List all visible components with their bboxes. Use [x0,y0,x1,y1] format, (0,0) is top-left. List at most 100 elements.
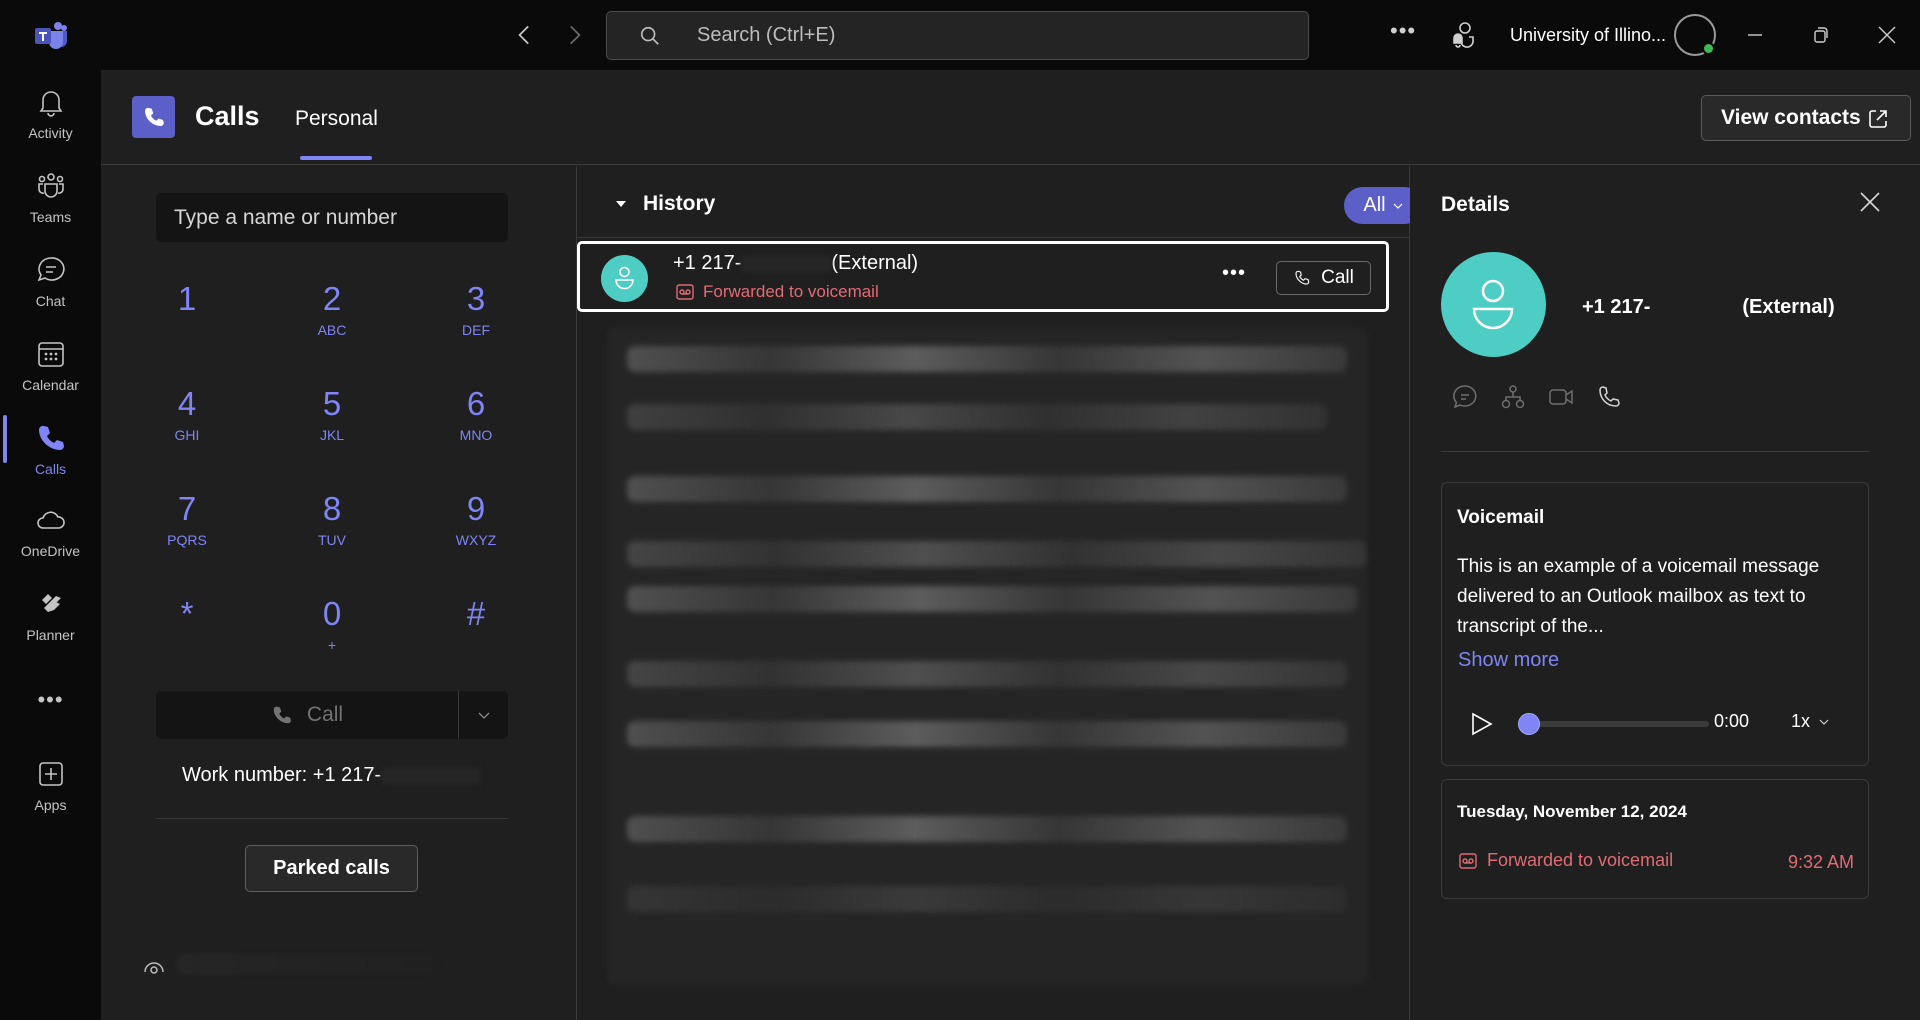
key-letters: MNO [459,427,493,443]
contact-avatar [1441,252,1546,357]
search-box[interactable] [606,11,1309,60]
caller-number: +1 217- (External) [673,252,918,275]
dial-key-2[interactable]: 2 ABC [282,279,382,359]
number-prefix: +1 217- [673,252,742,274]
rail-item-planner[interactable]: Planner [0,586,101,662]
dialpad-panel: 1 2 ABC 3 DEF 4 GHI 5 JKL 6 MNO 7 PQRS 8 TUV 9 W… [101,166,577,1020]
playback-slider-thumb[interactable] [1518,713,1540,735]
close-details-button[interactable] [1858,190,1882,214]
filter-label: All [1363,194,1386,216]
chat-icon [1453,385,1477,409]
key-digit: 4 [177,385,197,422]
more-options-button[interactable]: ••• [1222,262,1246,285]
dial-key-4[interactable]: 4 GHI [137,384,237,464]
collapse-caret-icon[interactable] [615,198,627,210]
dial-number-input[interactable] [156,193,508,242]
rail-item-onedrive[interactable]: OneDrive [0,502,101,578]
rail-item-chat[interactable]: Chat [0,252,101,328]
avatar [601,255,648,302]
phone-icon [35,422,67,454]
video-call-action-button[interactable] [1548,384,1574,410]
dial-key-star[interactable]: * [137,594,237,674]
history-panel: History All +1 217- (External) Forwarded … [577,166,1475,1020]
view-contacts-button[interactable]: View contacts [1701,95,1911,141]
call-button[interactable]: Call [156,691,458,739]
rail-label: Calendar [22,377,79,393]
voicemail-settings-icon[interactable] [143,956,165,978]
call-back-button[interactable]: Call [1276,261,1371,295]
key-letters: + [327,637,337,653]
open-external-icon [1869,110,1887,128]
notification-settings-icon[interactable] [1447,20,1477,52]
playback-speed-dropdown[interactable]: 1x [1791,711,1830,732]
call-label: Call [306,703,344,726]
speed-label: 1x [1791,711,1811,731]
key-digit: 8 [322,490,342,527]
rail-label: Chat [35,293,66,309]
org-chart-icon [1501,385,1525,409]
play-button[interactable] [1470,711,1494,737]
chat-action-button[interactable] [1452,384,1478,410]
org-name[interactable]: University of Illino... [1510,25,1666,46]
dial-key-0[interactable]: 0 + [282,594,382,674]
parked-calls-button[interactable]: Parked calls [245,845,418,892]
dial-key-hash[interactable]: # [426,594,526,674]
rail-label: Planner [26,627,75,643]
dial-key-8[interactable]: 8 TUV [282,489,382,569]
playback-slider[interactable] [1518,713,1709,735]
key-digit: 2 [322,280,342,317]
call-date: Tuesday, November 12, 2024 [1457,802,1687,821]
close-icon [1860,192,1880,212]
tab-personal[interactable]: Personal [295,107,378,131]
bell-icon [35,86,67,118]
history-item[interactable]: +1 217- (External) Forwarded to voicemail… [577,241,1389,312]
dial-key-1[interactable]: 1 [137,279,237,359]
dial-key-3[interactable]: 3 DEF [426,279,526,359]
dial-key-6[interactable]: 6 MNO [426,384,526,464]
key-letters: PQRS [167,532,207,548]
rail-item-teams[interactable]: Teams [0,168,101,244]
forward-button[interactable] [561,22,587,48]
minimize-button[interactable] [1740,20,1770,50]
dial-key-7[interactable]: 7 PQRS [137,489,237,569]
redacted-setting [176,954,436,974]
restore-button[interactable] [1806,20,1836,50]
app-rail: Activity Teams Chat Calendar Calls OneDr… [0,70,101,1020]
key-digit: 3 [466,280,486,317]
voicemail-card: Voicemail This is an example of a voicem… [1441,482,1869,766]
org-chart-action-button[interactable] [1500,384,1526,410]
close-window-button[interactable] [1872,20,1902,50]
view-contacts-label: View contacts [1721,106,1861,129]
rail-item-calls[interactable]: Calls [0,420,101,496]
voicemail-icon [676,284,694,300]
more-apps-button[interactable]: ••• [0,687,101,713]
show-more-link[interactable]: Show more [1458,649,1559,672]
key-digit: 0 [322,595,342,632]
presence-available-icon [1702,42,1715,55]
dial-key-9[interactable]: 9 WXYZ [426,489,526,569]
rail-item-activity[interactable]: Activity [0,84,101,160]
rail-label: Teams [29,209,72,225]
key-digit: 7 [177,490,197,527]
chevron-down-icon [1393,203,1403,209]
history-title[interactable]: History [643,192,715,216]
main-area: Calls Personal View contacts 1 2 ABC 3 DEF… [101,70,1920,1020]
call-log-card: Tuesday, November 12, 2024 Forwarded to … [1441,779,1869,899]
call-options-dropdown[interactable] [459,691,508,739]
rail-item-apps[interactable]: Apps [0,756,101,832]
back-button[interactable] [512,22,538,48]
planner-icon [35,588,67,620]
key-digit: 1 [177,280,197,317]
more-options-button[interactable]: ••• [1390,18,1416,44]
status-text: Forwarded to voicemail [1487,850,1674,870]
key-letters: WXYZ [455,532,497,548]
redacted-history-list [607,326,1367,986]
search-input[interactable] [697,12,1277,59]
key-letters: JKL [319,427,345,443]
chevron-down-icon [478,712,489,719]
rail-item-calendar[interactable]: Calendar [0,336,101,412]
dial-key-5[interactable]: 5 JKL [282,384,382,464]
app-header: Calls Personal View contacts [101,70,1920,165]
voicemail-icon [1459,852,1477,869]
audio-call-action-button[interactable] [1596,384,1622,410]
